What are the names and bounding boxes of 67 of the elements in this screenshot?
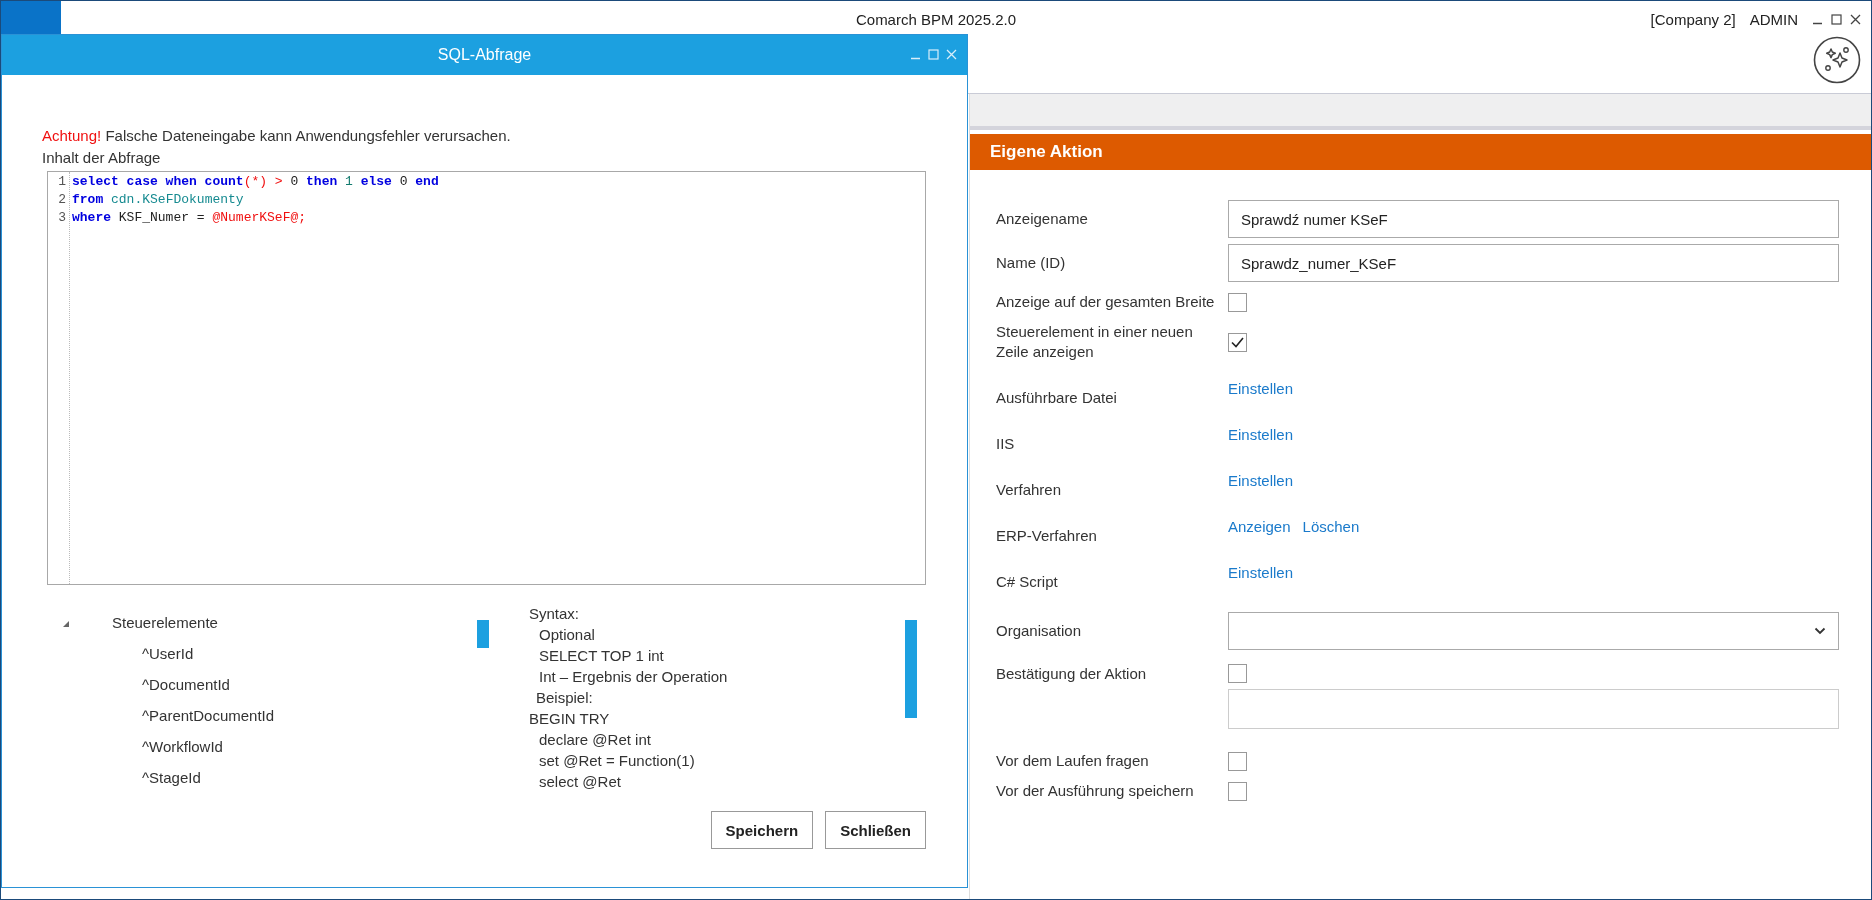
link[interactable]: Einstellen — [1228, 380, 1294, 397]
scrollbar-thumb[interactable] — [905, 620, 917, 718]
link[interactable]: Einstellen — [1228, 472, 1294, 489]
panel-header: Eigene Aktion — [970, 134, 1871, 170]
checkbox[interactable] — [1228, 781, 1247, 801]
line-number: 3 — [57, 209, 66, 227]
text-input[interactable]: Sprawdź numer KSeF — [1228, 200, 1839, 238]
dialog-button[interactable]: Speichern — [710, 811, 814, 849]
tree-item[interactable]: Steuerelemente — [112, 614, 218, 631]
tree-item[interactable]: ^StageId — [142, 769, 201, 786]
field-label: Verfahren — [996, 480, 1063, 500]
user-name: ADMIN — [1749, 11, 1798, 28]
link[interactable]: Einstellen — [1228, 564, 1294, 581]
link[interactable]: Einstellen — [1228, 426, 1294, 443]
field-label: Ausführbare Datei — [996, 388, 1118, 408]
link[interactable]: Löschen — [1302, 518, 1360, 535]
syntax-line: BEGIN TRY — [529, 709, 611, 729]
sparkle-icon[interactable] — [1813, 36, 1861, 84]
field-label: Organisation — [996, 621, 1083, 641]
field-label: Vor dem Laufen fragen — [996, 751, 1150, 771]
link[interactable]: Anzeigen — [1228, 518, 1291, 535]
syntax-line: Optional — [538, 625, 596, 645]
field-label: Steuerelement in einer neuen Zeile anzeigen — [996, 322, 1194, 362]
tree-item[interactable]: ^ParentDocumentId — [142, 707, 275, 724]
line-number: 1 — [57, 173, 66, 191]
dialog-title: SQL-Abfrage — [437, 46, 532, 64]
editor-label: Inhalt der Abfrage — [42, 148, 162, 168]
text-input[interactable]: Sprawdz_numer_KSeF — [1228, 244, 1839, 282]
company-name: [Company 2] — [1650, 11, 1736, 28]
app-title: Comarch BPM 2025.2.0 — [855, 11, 1017, 28]
checkmark-icon — [1231, 336, 1244, 348]
syntax-line: SELECT TOP 1 int — [538, 646, 665, 666]
syntax-line: set @Ret = Function(1) — [538, 751, 696, 771]
close-icon[interactable] — [1850, 14, 1861, 25]
field-label: IIS — [996, 434, 1016, 454]
code-line: select case when count(*) > 0 then 1 else 0 end — [72, 173, 439, 191]
field-label: Name (ID) — [996, 253, 1067, 273]
code-line: where KSF_Numer = @NumerKSeF@; — [72, 209, 308, 227]
syntax-line: select @Ret — [538, 772, 622, 792]
syntax-line: declare @Ret int — [538, 730, 652, 750]
line-number: 2 — [57, 191, 66, 209]
tree-item[interactable]: ^UserId — [142, 645, 194, 662]
field-label: Bestätigung der Aktion — [996, 664, 1148, 684]
syntax-line: Syntax: — [529, 604, 581, 624]
chevron-down-icon — [1814, 627, 1826, 635]
checkbox[interactable] — [1228, 751, 1247, 771]
text-input[interactable] — [1228, 689, 1839, 729]
checkbox[interactable] — [1228, 332, 1247, 352]
field-label: ERP-Verfahren — [996, 526, 1098, 546]
code-line: from cdn.KSeFDokumenty — [72, 191, 245, 209]
field-label: Vor der Ausführung speichern — [996, 781, 1195, 801]
field-label: Anzeigename — [996, 209, 1089, 229]
tree-item[interactable]: ^DocumentId — [142, 676, 230, 693]
warning-text: Achtung! Falsche Dateneingabe kann Anwendungsfehler verursachen. — [42, 126, 512, 146]
dialog-button[interactable]: Schließen — [825, 811, 926, 849]
tree-item[interactable]: ^WorkflowId — [142, 738, 223, 755]
field-label: C# Script — [996, 572, 1059, 592]
checkbox[interactable] — [1228, 664, 1247, 683]
dropdown[interactable] — [1228, 612, 1839, 650]
scrollbar-thumb[interactable] — [477, 620, 489, 648]
maximize-icon[interactable] — [1831, 14, 1842, 25]
expanded-triangle-icon[interactable] — [62, 620, 70, 628]
field-label: Anzeige auf der gesamten Breite — [996, 292, 1216, 312]
code-editor[interactable]: 1 2 3 select case when count(*) > 0 then 1 else 0 end from cdn.KSeFDokumenty where KSF_Numer = @NumerKSeF@; — [47, 171, 926, 585]
syntax-line: Beispiel: — [535, 688, 594, 708]
syntax-line: Int – Ergebnis der Operation — [538, 667, 729, 687]
checkbox[interactable] — [1228, 292, 1247, 312]
